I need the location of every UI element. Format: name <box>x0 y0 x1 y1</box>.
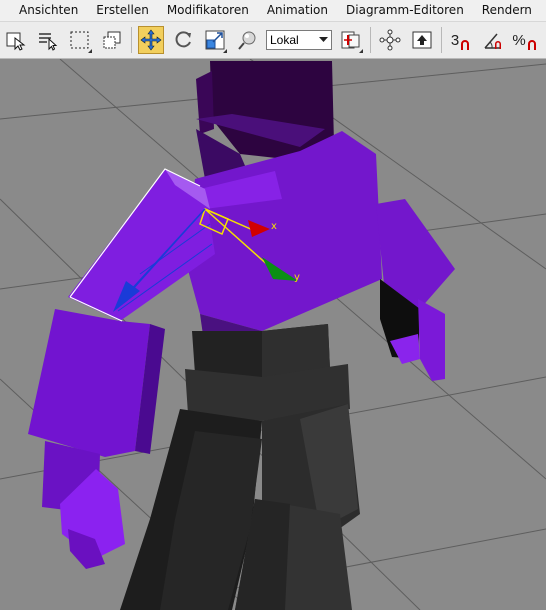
flyout-indicator-icon <box>223 49 227 53</box>
select-and-move-button[interactable] <box>138 26 164 54</box>
menu-animation[interactable]: Animation <box>258 0 337 21</box>
chevron-down-icon <box>319 37 328 42</box>
angle-snap-button[interactable] <box>480 26 506 54</box>
toolbar-separator <box>441 27 442 53</box>
rectangular-selection-button[interactable] <box>67 26 93 54</box>
menu-rendern[interactable]: Rendern <box>473 0 541 21</box>
viewport-scene: x y <box>0 59 546 610</box>
gizmo-y-label: y <box>294 272 300 283</box>
select-and-link-button[interactable] <box>377 26 403 54</box>
menu-truncated[interactable]: A <box>541 0 546 21</box>
reference-coordinate-dropdown[interactable]: Lokal <box>266 30 332 50</box>
gizmo-x-label: x <box>271 221 277 232</box>
select-object-icon <box>6 32 26 51</box>
upload-arrow-icon <box>412 31 432 49</box>
keyboard-shortcut-override-button[interactable] <box>409 26 435 54</box>
snap-toggle-label: 3 <box>450 31 460 49</box>
pivot-center-icon <box>341 31 360 49</box>
move-icon <box>140 29 162 51</box>
rotate-icon <box>175 31 191 48</box>
select-and-manipulate-button[interactable] <box>234 26 260 54</box>
manipulate-icon <box>238 31 256 50</box>
snap-toggle-button[interactable]: 3 <box>448 26 474 54</box>
flyout-indicator-icon <box>359 49 363 53</box>
snap-magnet-icon <box>461 40 470 50</box>
select-object-button[interactable] <box>3 26 29 54</box>
toolbar-separator <box>131 27 132 53</box>
perspective-viewport[interactable]: x y <box>0 59 546 610</box>
main-toolbar: Lokal 3 % <box>0 22 546 59</box>
toolbar-separator <box>370 27 371 53</box>
menu-bar: Ansichten Erstellen Modifikatoren Animat… <box>0 0 546 22</box>
snap-magnet-icon <box>527 40 536 50</box>
menu-modifikatoren[interactable]: Modifikatoren <box>158 0 258 21</box>
menu-diagramm-editoren[interactable]: Diagramm-Editoren <box>337 0 473 21</box>
select-and-rotate-button[interactable] <box>170 26 196 54</box>
window-crossing-icon <box>103 31 121 49</box>
rectangle-selection-icon <box>70 31 89 49</box>
scale-icon <box>205 30 225 50</box>
select-by-name-icon <box>39 33 58 51</box>
angle-snap-icon <box>484 33 501 49</box>
percent-snap-button[interactable]: % <box>512 26 538 54</box>
window-crossing-button[interactable] <box>99 26 125 54</box>
pivot-center-button[interactable] <box>338 26 364 54</box>
hierarchy-link-icon <box>379 29 401 51</box>
menu-ansichten[interactable]: Ansichten <box>0 0 87 21</box>
select-by-name-button[interactable] <box>35 26 61 54</box>
reference-coordinate-value: Lokal <box>270 33 299 47</box>
percent-snap-label: % <box>512 31 526 49</box>
flyout-indicator-icon <box>88 49 92 53</box>
menu-erstellen[interactable]: Erstellen <box>87 0 158 21</box>
select-and-scale-button[interactable] <box>202 26 228 54</box>
